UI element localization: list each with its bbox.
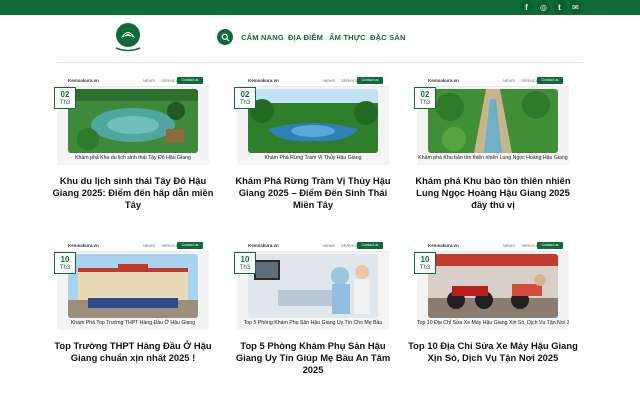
date-badge: 02 Th3 [234,87,256,109]
post-title[interactable]: Khám phá Khu bảo tồn thiên nhiên Lung Ng… [407,175,579,211]
clinic-photo [248,254,378,318]
email-icon[interactable]: ✉ [569,0,582,14]
search-button[interactable] [217,29,233,45]
thumbnail-news: NEWS [503,243,515,248]
twitter-icon[interactable]: t [553,0,566,14]
motorbike-repair-photo [428,254,558,318]
date-badge: 02 Th3 [414,87,436,109]
date-badge: 10 Th3 [234,252,256,274]
date-day: 10 [240,255,250,264]
date-day: 10 [420,255,430,264]
nav-cam-nang[interactable]: CẨM NANG [241,33,284,42]
thumbnail-news: NEWS [143,78,155,83]
thumbnail-contact: Contact us [357,77,383,84]
post-thumbnail[interactable]: Kemsakura.vn NEWS SERVICE Contact us Khá… [57,240,209,330]
thumbnail-news: NEWS [143,243,155,248]
melaleuca-forest-photo [248,89,378,153]
thumbnail-service: SERVICE [521,243,539,248]
thumbnail-brand: Kemsakura.vn [248,78,279,83]
thumbnail-service: SERVICE [161,78,179,83]
post-thumbnail[interactable]: Kemsakura.vn NEWS SERVICE Contact us Khá… [237,75,389,165]
nature-reserve-photo [428,89,558,153]
post-thumbnail[interactable]: Kemsakura.vn NEWS SERVICE Contact us Khá… [57,75,209,165]
thumbnail-service: SERVICE [521,78,539,83]
eco-park-photo [68,89,198,153]
instagram-icon[interactable]: ◎ [537,0,550,14]
date-day: 02 [420,90,430,99]
school-photo [68,254,198,318]
thumbnail-contact: Contact us [357,242,383,249]
date-month: Th3 [239,100,251,106]
facebook-glyph: f [525,2,528,12]
thumbnail-service: SERVICE [341,243,359,248]
thumbnail-contact: Contact us [537,77,563,84]
thumbnail-brand: Kemsakura.vn [428,78,459,83]
header-divider [58,62,582,63]
post-title[interactable]: Top Trường THPT Hàng Đầu Ở Hậu Giang chu… [47,340,219,364]
post-title[interactable]: Khu du lịch sinh thái Tây Đô Hậu Giang 2… [47,175,219,211]
thumbnail-brand: Kemsakura.vn [428,243,459,248]
post-thumbnail[interactable]: Kemsakura.vn NEWS SERVICE Contact us Khá… [417,75,569,165]
post-title[interactable]: Top 5 Phòng Khám Phụ Sản Hậu Giang Uy Tí… [227,340,399,376]
date-month: Th3 [419,265,431,271]
date-day: 02 [240,90,250,99]
post-title[interactable]: Top 10 Địa Chỉ Sửa Xe Máy Hậu Giang Xịn … [407,340,579,364]
date-badge: 10 Th3 [54,252,76,274]
date-badge: 10 Th3 [414,252,436,274]
instagram-glyph: ◎ [540,2,547,12]
thumbnail-service: SERVICE [161,243,179,248]
date-day: 10 [60,255,70,264]
thumbnail-caption: Top 10 Địa Chỉ Sửa Xe Máy Hậu Giang Xịn … [417,320,569,326]
post-title[interactable]: Khám Phá Rừng Tràm Vị Thủy Hậu Giang 202… [227,175,399,211]
date-month: Th3 [59,265,71,271]
email-glyph: ✉ [572,2,579,12]
date-month: Th3 [59,100,71,106]
thumbnail-contact: Contact us [537,242,563,249]
thumbnail-news: NEWS [503,78,515,83]
twitter-glyph: t [558,2,561,12]
date-day: 02 [60,90,70,99]
thumbnail-contact: Contact us [177,242,203,249]
date-badge: 02 Th3 [54,87,76,109]
thumbnail-brand: Kemsakura.vn [248,243,279,248]
thumbnail-news: NEWS [323,243,335,248]
thumbnail-caption: Khám Phá Rừng Tràm Vị Thủy Hậu Giang [264,155,362,161]
thumbnail-caption: Top 5 Phòng Khám Phụ Sản Hậu Giang Uy Tí… [243,320,383,326]
post-thumbnail[interactable]: Kemsakura.vn NEWS SERVICE Contact us Top… [417,240,569,330]
kemsakura-logo[interactable] [112,22,144,54]
facebook-icon[interactable]: f [520,0,533,14]
thumbnail-caption: Khám phá Khu bảo tồn thiên nhiên Lung Ng… [418,155,568,161]
thumbnail-caption: Khám Phá Top Trường THPT Hàng Đầu Ở Hậu … [70,320,196,326]
thumbnail-news: NEWS [323,78,335,83]
post-thumbnail[interactable]: Kemsakura.vn NEWS SERVICE Contact us Top… [237,240,389,330]
thumbnail-contact: Contact us [177,77,203,84]
nav-dac-san[interactable]: ĐẶC SẢN [370,33,406,42]
thumbnail-brand: Kemsakura.vn [68,78,99,83]
date-month: Th3 [239,265,251,271]
nav-dia-diem[interactable]: ĐỊA ĐIỂM [288,33,323,42]
date-month: Th3 [419,100,431,106]
nav-am-thuc[interactable]: ẨM THỰC [329,33,366,42]
thumbnail-caption: Khám phá Khu du lịch sinh thái Tây Đô Hậ… [75,155,191,161]
top-bar: f ◎ t ✉ [0,0,640,15]
thumbnail-service: SERVICE [341,78,359,83]
thumbnail-brand: Kemsakura.vn [68,243,99,248]
search-icon [221,33,229,41]
